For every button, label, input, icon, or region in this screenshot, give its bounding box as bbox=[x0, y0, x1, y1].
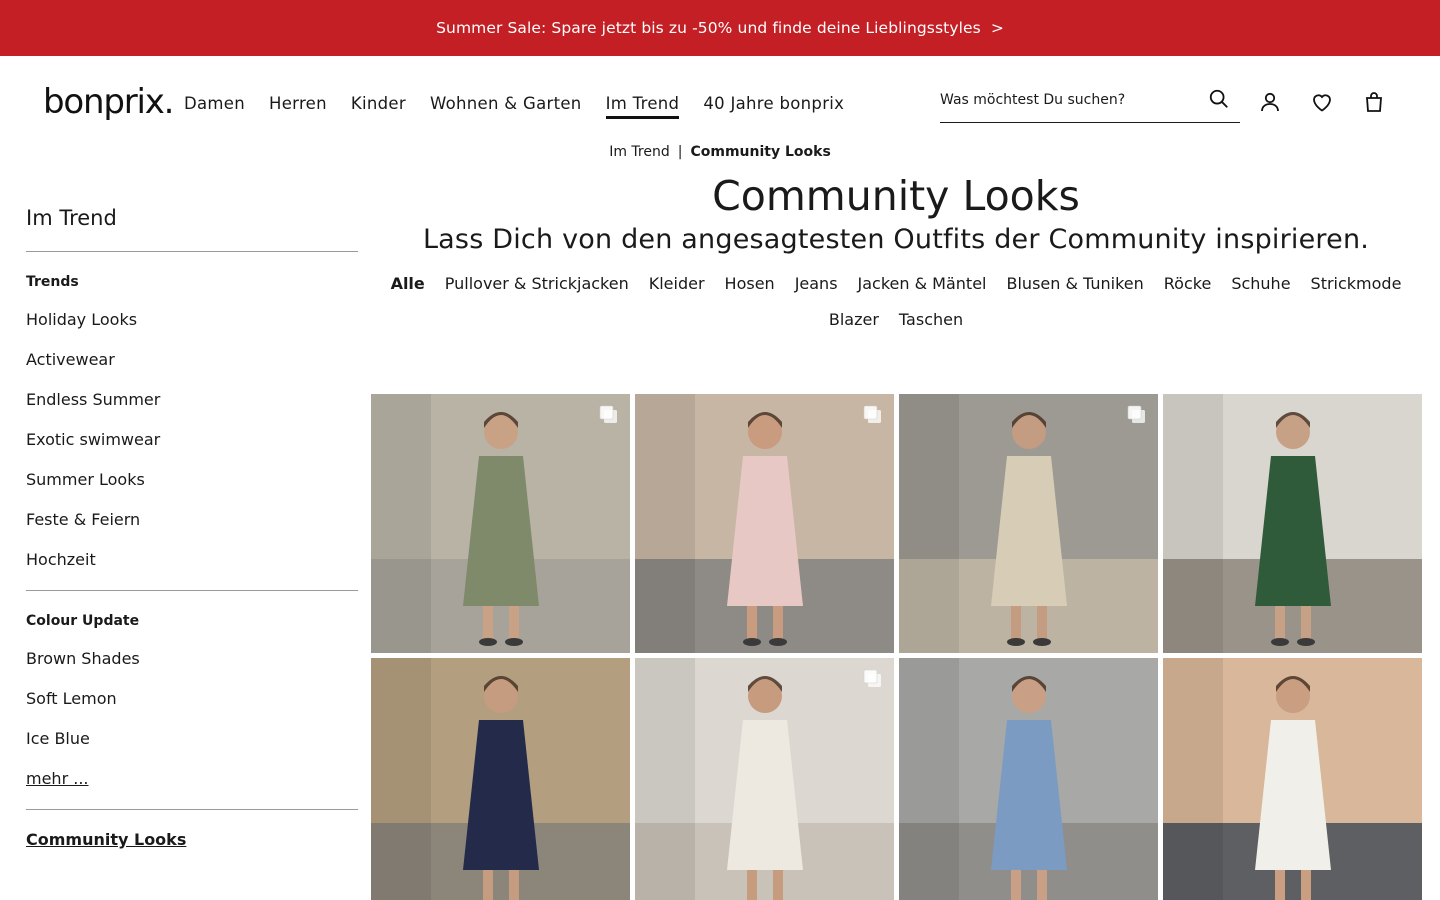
sidebar-item-activewear[interactable]: Activewear bbox=[26, 340, 358, 380]
filter-jacken-maentel[interactable]: Jacken & Mäntel bbox=[858, 274, 987, 294]
filter-roecke[interactable]: Röcke bbox=[1164, 274, 1212, 294]
sidebar-item-endless-summer[interactable]: Endless Summer bbox=[26, 380, 358, 420]
filter-blazer[interactable]: Blazer bbox=[829, 310, 879, 330]
sidebar-group-trends: Trends bbox=[26, 274, 79, 290]
nav-40-jahre[interactable]: 40 Jahre bonprix bbox=[703, 94, 844, 119]
breadcrumb-separator: | bbox=[677, 144, 683, 160]
page-title: Community Looks bbox=[712, 172, 1080, 220]
filter-schuhe[interactable]: Schuhe bbox=[1231, 274, 1290, 294]
look-olive-dress-tile[interactable] bbox=[371, 394, 630, 653]
nav-herren[interactable]: Herren bbox=[269, 94, 327, 119]
look-white-summer-dress-tile[interactable] bbox=[1163, 658, 1422, 900]
filter-blusen-tuniken[interactable]: Blusen & Tuniken bbox=[1007, 274, 1144, 294]
look-photo[interactable] bbox=[1163, 658, 1422, 900]
look-photo[interactable] bbox=[371, 394, 630, 653]
breadcrumb-current: Community Looks bbox=[690, 144, 831, 160]
nav-im-trend[interactable]: Im Trend bbox=[605, 94, 680, 119]
look-photo[interactable] bbox=[635, 394, 894, 653]
sidebar-item-holiday-looks[interactable]: Holiday Looks bbox=[26, 300, 358, 340]
look-pink-jumpsuit-tile[interactable] bbox=[635, 394, 894, 653]
search-icon[interactable] bbox=[1208, 88, 1230, 110]
main-navigation: Damen Herren Kinder Wohnen & Garten Im T… bbox=[184, 94, 868, 119]
look-photo[interactable] bbox=[899, 658, 1158, 900]
look-photo[interactable] bbox=[899, 394, 1158, 653]
community-looks-grid bbox=[371, 394, 1422, 900]
filter-taschen[interactable]: Taschen bbox=[899, 310, 963, 330]
sidebar-item-brown-shades[interactable]: Brown Shades bbox=[26, 639, 358, 679]
sidebar-item-soft-lemon[interactable]: Soft Lemon bbox=[26, 679, 358, 719]
filter-kleider[interactable]: Kleider bbox=[649, 274, 705, 294]
sidebar-title: Im Trend bbox=[26, 200, 358, 252]
filter-alle[interactable]: Alle bbox=[391, 274, 425, 294]
look-navy-dress-tile[interactable] bbox=[371, 658, 630, 900]
category-filters: Alle Pullover & Strickjacken Kleider Hos… bbox=[371, 274, 1421, 330]
bonprix-logo[interactable]: bonprix. bbox=[43, 82, 174, 122]
nav-wohnen-garten[interactable]: Wohnen & Garten bbox=[430, 94, 582, 119]
sidebar-item-feste-feiern[interactable]: Feste & Feiern bbox=[26, 500, 358, 540]
nav-damen[interactable]: Damen bbox=[184, 94, 245, 119]
multi-image-icon bbox=[1127, 405, 1145, 423]
wishlist-heart-icon[interactable] bbox=[1310, 90, 1334, 114]
search-input[interactable] bbox=[940, 84, 1190, 116]
sidebar-item-exotic-swimwear[interactable]: Exotic swimwear bbox=[26, 420, 358, 460]
sidebar-item-ice-blue[interactable]: Ice Blue bbox=[26, 719, 358, 759]
account-icon[interactable] bbox=[1258, 90, 1282, 114]
look-photo[interactable] bbox=[1163, 394, 1422, 653]
filter-hosen[interactable]: Hosen bbox=[725, 274, 775, 294]
sidebar-more-link[interactable]: mehr ... bbox=[26, 759, 358, 799]
sidebar-item-community-looks[interactable]: Community Looks bbox=[26, 830, 358, 849]
filter-pullover-strickjacken[interactable]: Pullover & Strickjacken bbox=[445, 274, 629, 294]
look-photo[interactable] bbox=[371, 658, 630, 900]
look-denim-jumpsuit-tile[interactable] bbox=[899, 658, 1158, 900]
breadcrumb: Im Trend | Community Looks bbox=[0, 144, 1440, 160]
promo-text[interactable]: Summer Sale: Spare jetzt bis zu -50% und… bbox=[436, 19, 981, 37]
look-white-jumpsuit-tile[interactable] bbox=[635, 658, 894, 900]
filter-jeans[interactable]: Jeans bbox=[795, 274, 838, 294]
nav-kinder[interactable]: Kinder bbox=[351, 94, 406, 119]
chevron-right-icon[interactable]: > bbox=[991, 19, 1004, 37]
filter-strickmode[interactable]: Strickmode bbox=[1311, 274, 1402, 294]
multi-image-icon bbox=[863, 669, 881, 687]
sidebar-divider bbox=[26, 590, 358, 591]
sidebar-item-hochzeit[interactable]: Hochzeit bbox=[26, 540, 358, 580]
sidebar-divider bbox=[26, 809, 358, 810]
breadcrumb-parent[interactable]: Im Trend bbox=[609, 144, 670, 160]
multi-image-icon bbox=[863, 405, 881, 423]
multi-image-icon bbox=[599, 405, 617, 423]
sidebar-item-summer-looks[interactable]: Summer Looks bbox=[26, 460, 358, 500]
page-subtitle: Lass Dich von den angesagtesten Outfits … bbox=[422, 224, 1370, 255]
category-sidebar: Im Trend Trends Holiday Looks Activewear… bbox=[26, 200, 358, 849]
look-photo[interactable] bbox=[635, 658, 894, 900]
search-bar bbox=[940, 84, 1240, 123]
sidebar-group-colour-update: Colour Update bbox=[26, 613, 140, 629]
look-beige-skirt-tile[interactable] bbox=[899, 394, 1158, 653]
look-floral-tunic-tile[interactable] bbox=[1163, 394, 1422, 653]
promo-banner[interactable]: Summer Sale: Spare jetzt bis zu -50% und… bbox=[0, 0, 1440, 56]
site-header: bonprix. Damen Herren Kinder Wohnen & Ga… bbox=[0, 56, 1440, 146]
shopping-bag-icon[interactable] bbox=[1362, 90, 1386, 114]
